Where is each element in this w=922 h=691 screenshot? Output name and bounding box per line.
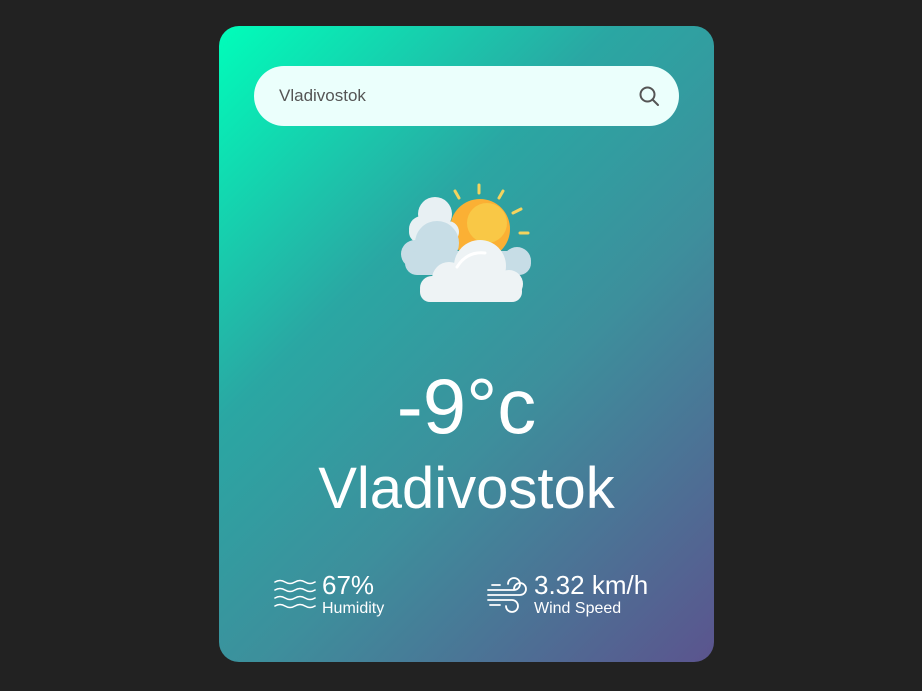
humidity-label: Humidity (322, 600, 385, 617)
search-icon[interactable] (637, 84, 661, 108)
wind-icon (487, 577, 527, 613)
search-button[interactable] (637, 84, 661, 108)
wind-detail: 3.32 km/h Wind Speed (486, 571, 648, 619)
wind-label: Wind Speed (534, 600, 622, 617)
search-input[interactable] (254, 66, 614, 126)
search-bar (254, 66, 679, 126)
humidity-value: 67% (322, 570, 375, 600)
partly-cloudy-icon (401, 183, 531, 302)
humidity-detail: 67% Humidity (274, 571, 384, 619)
humidity-text: 67% Humidity (322, 571, 384, 619)
wind-value: 3.32 km/h (534, 570, 649, 600)
wind-text: 3.32 km/h Wind Speed (534, 571, 648, 619)
temperature: -9°c (396, 362, 537, 450)
weather-card: -9°c Vladivostok 67% Humidity (219, 26, 714, 662)
city-name: Vladivostok (318, 456, 615, 521)
humidity-icon (274, 579, 316, 609)
